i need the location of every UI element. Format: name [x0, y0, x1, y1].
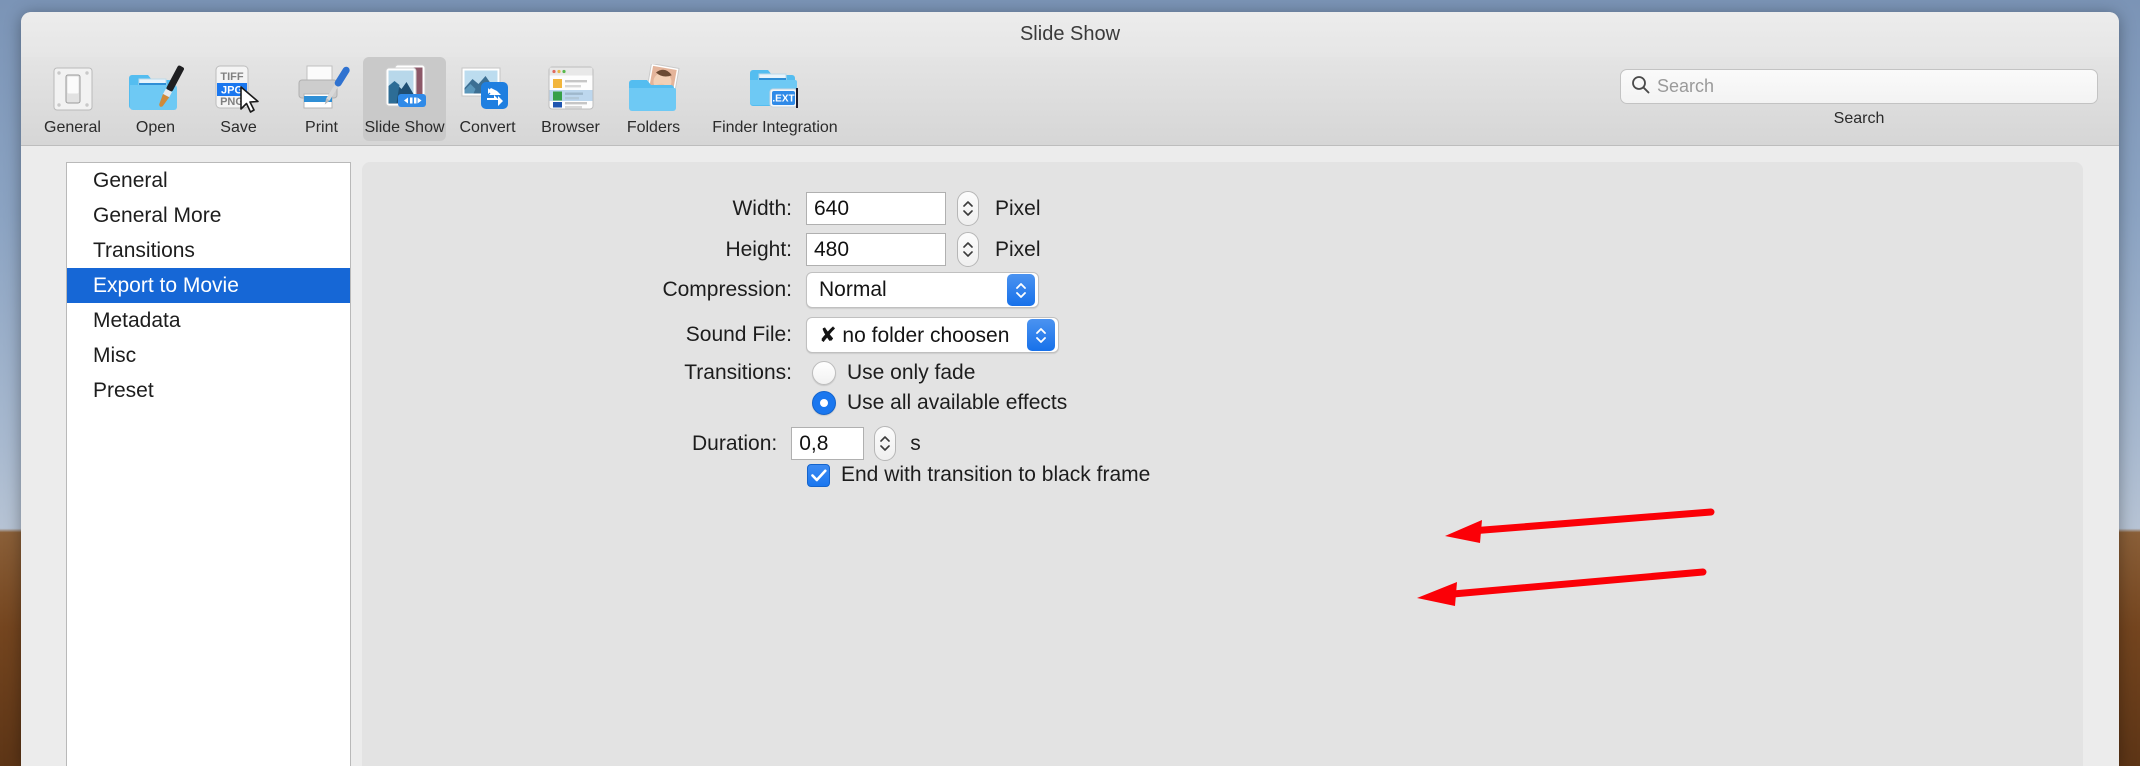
sidebar-item-preset[interactable]: Preset [67, 373, 350, 408]
search-box[interactable] [1620, 69, 2098, 104]
toolbar-items: General Open TIFF JPG PNG Save Print Sli… [31, 57, 855, 141]
height-unit: Pixel [995, 237, 1041, 261]
svg-text:JPG: JPG [220, 85, 242, 97]
search-caption: Search [1833, 110, 1885, 127]
toolbar-item-convert[interactable]: Convert [446, 57, 529, 141]
folder-photos-icon [624, 63, 684, 115]
sidebar-item-metadata[interactable]: Metadata [67, 303, 350, 338]
toolbar-item-slide-show[interactable]: Slide Show [363, 57, 446, 141]
sound-file-label: Sound File: [685, 323, 792, 346]
width-input[interactable] [806, 192, 946, 225]
compression-label: Compression: [662, 278, 792, 301]
sidebar-item-misc[interactable]: Misc [67, 338, 350, 373]
radio-use-all-available-effects[interactable]: Use all available effects [812, 391, 1067, 415]
radio-use-only-fade[interactable]: Use only fade [812, 361, 975, 385]
switch-icon [43, 63, 103, 115]
toolbar-item-print[interactable]: Print [280, 57, 363, 141]
radio-label: Use all available effects [847, 391, 1068, 414]
toolbar-item-save[interactable]: TIFF JPG PNG Save [197, 57, 280, 141]
toolbar-item-open[interactable]: Open [114, 57, 197, 141]
preferences-window: Slide Show General Open TIFF JPG PNG Sav… [21, 12, 2119, 766]
sidebar-item-transitions[interactable]: Transitions [67, 233, 350, 268]
window-titlebar: Slide Show [21, 12, 2119, 57]
chevron-updown-icon [1027, 319, 1055, 351]
duration-stepper[interactable] [874, 426, 897, 461]
settings-sidebar: General General More Transitions Export … [66, 162, 351, 766]
toolbar-item-general[interactable]: General [31, 57, 114, 141]
sound-file-row: Sound File: ✘ no folder choosen [362, 317, 1152, 353]
height-input[interactable] [806, 233, 946, 266]
svg-text:TIFF: TIFF [220, 71, 243, 83]
settings-panel: Width: Pixel Height: Pixel [362, 162, 2083, 766]
svg-text:.EXT: .EXT [772, 94, 794, 105]
compression-row: Compression: Normal [362, 272, 1152, 308]
radio-button[interactable] [812, 361, 836, 385]
duration-input[interactable] [791, 427, 865, 460]
duration-row: Duration: s [692, 426, 921, 461]
radio-label: Use only fade [847, 361, 976, 384]
slideshow-icon [375, 63, 435, 115]
height-label: Height: [725, 237, 792, 261]
toolbar: General Open TIFF JPG PNG Save Print Sli… [21, 57, 2119, 146]
convert-icon [458, 63, 518, 115]
width-unit: Pixel [995, 196, 1041, 220]
sidebar-item-general[interactable]: General [67, 163, 350, 198]
width-label: Width: [732, 196, 792, 220]
transitions-label: Transitions: [684, 361, 792, 384]
toolbar-label: Open [135, 119, 176, 136]
folder-brush-icon [126, 63, 186, 115]
toolbar-label: Convert [459, 119, 516, 136]
height-row: Height: Pixel [362, 232, 1082, 267]
height-stepper[interactable] [957, 232, 979, 267]
duration-unit: s [910, 431, 921, 455]
folder-ext-icon: .EXT [745, 63, 805, 115]
content-area: General General More Transitions Export … [21, 146, 2119, 766]
printer-icon [292, 63, 352, 115]
checkbox-end-black-frame[interactable] [807, 463, 830, 487]
file-formats-icon: TIFF JPG PNG [209, 63, 269, 115]
width-stepper[interactable] [957, 191, 979, 226]
search-icon [1631, 75, 1650, 99]
sidebar-item-export-to-movie[interactable]: Export to Movie [67, 268, 350, 303]
toolbar-item-finder-integration[interactable]: .EXT Finder Integration [695, 57, 855, 141]
toolbar-label: Folders [626, 119, 681, 136]
compression-value: Normal [819, 278, 887, 301]
window-title: Slide Show [1019, 23, 1121, 45]
toolbar-label: Print [305, 119, 338, 136]
sidebar-item-general-more[interactable]: General More [67, 198, 350, 233]
toolbar-label: Browser [541, 119, 600, 136]
toolbar-label: General [44, 119, 101, 136]
toolbar-label: Save [220, 119, 257, 136]
compression-dropdown[interactable]: Normal [806, 272, 1039, 308]
sound-file-dropdown[interactable]: ✘ no folder choosen [806, 317, 1059, 353]
toolbar-item-folders[interactable]: Folders [612, 57, 695, 141]
end-black-frame-label: End with transition to black frame [841, 463, 1151, 486]
toolbar-item-browser[interactable]: Browser [529, 57, 612, 141]
radio-button[interactable] [812, 391, 836, 415]
search-input[interactable] [1657, 76, 2087, 97]
search-area: Search [1620, 69, 2098, 128]
duration-label: Duration: [692, 431, 778, 455]
end-black-frame-row[interactable]: End with transition to black frame [807, 463, 1150, 487]
transitions-row: Transitions: Use only fade [362, 361, 1182, 385]
browser-window-icon [541, 63, 601, 115]
chevron-updown-icon [1007, 274, 1035, 306]
toolbar-label: Slide Show [364, 119, 445, 136]
width-row: Width: Pixel [362, 191, 1082, 226]
sound-file-value: ✘ no folder choosen [819, 323, 1010, 347]
toolbar-label: Finder Integration [712, 119, 838, 136]
